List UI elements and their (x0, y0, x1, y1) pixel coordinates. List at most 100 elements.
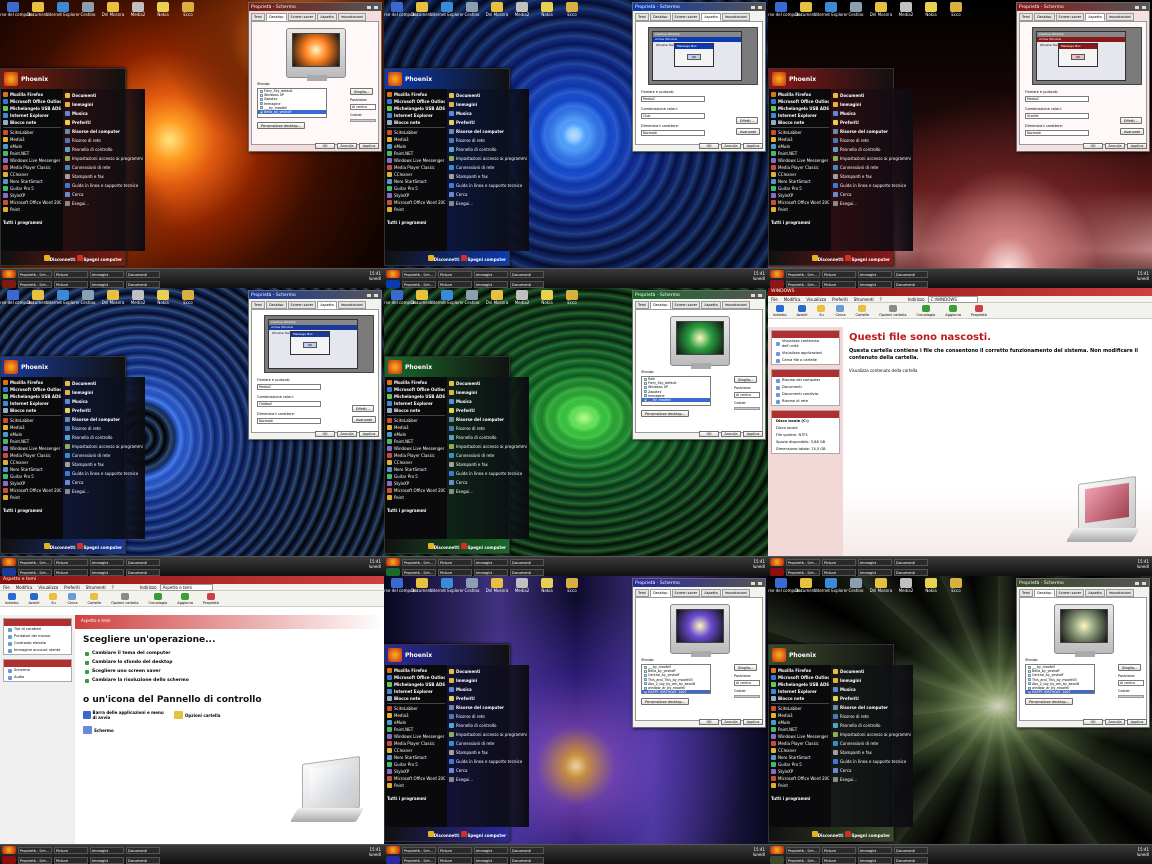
toolbar-button[interactable]: Opzioni cartella (879, 304, 907, 317)
color-scheme-select[interactable]: Oddball (257, 401, 321, 407)
start-menu-place-item[interactable]: Guida in linea e supporto tecnico (65, 469, 143, 478)
start-menu-recent-item[interactable]: SciteLabber (771, 705, 829, 712)
toolbar-button[interactable]: Cerca (67, 592, 77, 605)
task-link[interactable]: Cambiare il tema del computer (75, 649, 384, 658)
ok-button[interactable]: OK (699, 143, 719, 149)
cancel-button[interactable]: Annulla (721, 143, 741, 149)
start-menu-recent-item[interactable]: Media3 (771, 136, 829, 143)
task-pane-header[interactable] (4, 619, 71, 626)
taskbar-button[interactable]: Documenti (510, 856, 544, 864)
start-menu-pinned-item[interactable]: Blocco note (387, 407, 445, 414)
taskbar-button[interactable]: Immagini (90, 280, 124, 288)
start-menu-pinned-item[interactable]: Mozilla Firefox (771, 667, 829, 674)
start-menu-place-item[interactable]: Immagini (833, 676, 911, 685)
show-contents-link[interactable]: Visualizza contenuto della cartella (843, 364, 1152, 377)
shutdown-button[interactable]: Spegni computer (461, 830, 506, 838)
start-menu-recent-item[interactable]: Microsoft Office Word 2007 (387, 199, 445, 206)
tray-clock[interactable]: 15:41 lunedì (369, 271, 381, 281)
cancel-button[interactable]: Annulla (337, 143, 357, 149)
desktop-icon[interactable]: Internet Explorer (430, 290, 464, 314)
task-pane-header[interactable] (772, 331, 839, 338)
ok-button[interactable]: OK (699, 719, 719, 725)
start-menu-place-item[interactable]: Esegui... (65, 199, 143, 208)
start-menu-place-item[interactable]: Risorse di rete (833, 712, 911, 721)
close-button[interactable] (1141, 4, 1147, 10)
start-menu-pinned-item[interactable]: Mozilla Firefox (3, 379, 61, 386)
windows-buttons-select[interactable]: Media2 (641, 96, 705, 102)
all-programs-button[interactable]: Tutti i programmi (771, 219, 829, 226)
task-link[interactable]: Cambiare la risoluzione dello schermo (75, 676, 384, 685)
start-menu-pinned-item[interactable]: Michelangelo USB ADSL (771, 681, 829, 688)
menu-item[interactable]: Visualizza (806, 296, 826, 302)
start-menu-place-item[interactable]: Connessioni di rete (833, 739, 911, 748)
desktop-icon[interactable]: Dnl Mosnra (102, 2, 124, 26)
start-menu-place-item[interactable]: Impostazioni accesso ai programmi (449, 154, 527, 163)
start-menu-pinned-item[interactable]: Mozilla Firefox (387, 667, 445, 674)
cpl-icon-link[interactable]: Schermo (83, 726, 168, 734)
taskbar-button[interactable]: Documenti (510, 568, 544, 576)
start-menu-pinned-item[interactable]: Microsoft Office Outlook (387, 386, 445, 393)
start-menu-recent-item[interactable]: Guitar Pro 5 (771, 185, 829, 192)
desktop-icon[interactable]: Cestino (77, 290, 99, 314)
start-menu-pinned-item[interactable]: Internet Explorer (387, 112, 445, 119)
start-menu-recent-item[interactable]: CCleaner (387, 747, 445, 754)
desktop-icon[interactable]: Risorse del computer (384, 2, 418, 26)
taskbar-button[interactable]: Proprietà - Sch... (402, 568, 436, 576)
list-item[interactable]: HAPPY_BIRTHDAY_2007 (642, 690, 710, 693)
taskbar-button[interactable]: Documenti (126, 856, 160, 864)
start-menu-place-item[interactable]: Esegui... (833, 775, 911, 784)
start-button[interactable] (386, 856, 400, 864)
start-menu-recent-item[interactable]: Media Player Classic (771, 164, 829, 171)
start-menu-pinned-item[interactable]: Internet Explorer (771, 112, 829, 119)
start-menu-recent-item[interactable]: StyleXP (387, 192, 445, 199)
start-menu-place-item[interactable]: Connessioni di rete (449, 451, 527, 460)
tab-screen-saver[interactable]: Screen saver (287, 301, 317, 309)
toolbar-button[interactable]: Su (49, 592, 58, 605)
taskbar-button[interactable]: Picture (822, 856, 856, 864)
taskbar-button[interactable]: Documenti (894, 280, 928, 288)
toolbar-button[interactable]: Proprietà (203, 592, 219, 605)
taskbar-button[interactable]: Immagini (474, 280, 508, 288)
start-menu-pinned-item[interactable]: Internet Explorer (3, 112, 61, 119)
start-menu-recent-item[interactable]: Windows Live Messenger (387, 733, 445, 740)
menu-item[interactable]: Preferiti (832, 296, 848, 302)
start-button[interactable] (2, 280, 16, 288)
taskbar-button[interactable]: Picture (438, 846, 472, 854)
desktop-icon[interactable]: Media2 (511, 578, 533, 602)
taskbar-button[interactable]: Immagini (858, 568, 892, 576)
start-button[interactable] (386, 270, 400, 278)
desktop-icon[interactable]: Internet Explorer (430, 578, 464, 602)
menu-item[interactable]: Modifica (16, 584, 33, 590)
help-button[interactable] (1134, 580, 1140, 586)
start-menu-recent-item[interactable]: StyleXP (3, 192, 61, 199)
taskbar-button[interactable]: Documenti (894, 270, 928, 278)
task-pane-link[interactable]: Visualizza applicazioni (772, 350, 839, 357)
toolbar-button[interactable]: Cronologia (149, 592, 167, 605)
menu-item[interactable]: Strumenti (854, 296, 874, 302)
start-menu-recent-item[interactable]: Paint.NET (771, 726, 829, 733)
start-menu-recent-item[interactable]: Nero StartSmart (3, 178, 61, 185)
tab-temi[interactable]: Temi (635, 301, 650, 309)
taskbar-button[interactable]: Picture (54, 846, 88, 854)
menu-item[interactable]: File (771, 296, 778, 302)
tab-temi[interactable]: Temi (251, 13, 266, 21)
desktop-icon[interactable]: Dnl Mosnra (102, 290, 124, 314)
desktop-icon[interactable]: Cestino (845, 2, 867, 26)
help-button[interactable] (1134, 4, 1140, 10)
taskbar-button[interactable]: Documenti (126, 568, 160, 576)
start-menu-place-item[interactable]: Pannello di controllo (65, 433, 143, 442)
start-menu-pinned-item[interactable]: Mozilla Firefox (3, 91, 61, 98)
task-pane-link[interactable]: Documenti (772, 384, 839, 391)
taskbar-button[interactable]: Immagini (90, 846, 124, 854)
dialog-titlebar[interactable]: Proprietà - Schermo (633, 3, 765, 11)
start-menu-recent-item[interactable]: Paint.NET (3, 150, 61, 157)
desktop-icon[interactable]: Dnl Mosnra (486, 2, 508, 26)
taskbar-button[interactable]: Proprietà - Sch... (786, 846, 820, 854)
task-pane-link[interactable]: Risorse di rete (772, 398, 839, 405)
start-menu-place-item[interactable]: Musica (65, 109, 143, 118)
start-menu-place-item[interactable]: Preferiti (449, 406, 527, 415)
start-menu-place-item[interactable]: Cerca (449, 766, 527, 775)
desktop-icon[interactable]: Ecco (561, 290, 583, 314)
taskbar-button[interactable]: Documenti (510, 846, 544, 854)
start-menu-place-item[interactable]: Risorse di rete (449, 424, 527, 433)
